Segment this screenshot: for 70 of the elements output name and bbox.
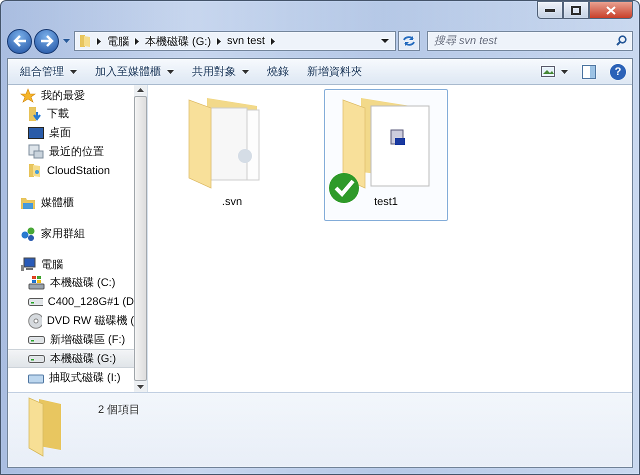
- caret-icon: [70, 70, 77, 74]
- chevron-icon[interactable]: [135, 38, 139, 44]
- toolbar-button[interactable]: 加入至媒體櫃: [87, 61, 182, 82]
- caret-icon: [561, 70, 568, 74]
- drive-icon: [28, 336, 45, 344]
- folder-icon: [79, 34, 91, 48]
- refresh-icon: [402, 35, 416, 47]
- navigation-item[interactable]: 本機磁碟 (G:): [8, 349, 134, 368]
- navigation-item[interactable]: 最近的位置: [8, 142, 134, 161]
- star-icon: [20, 88, 36, 104]
- homegroup-icon: [20, 226, 36, 242]
- recent-places-icon: [28, 144, 44, 159]
- chevron-icon[interactable]: [270, 38, 275, 44]
- refresh-button[interactable]: [398, 31, 420, 51]
- toolbar-button[interactable]: 共用對象: [184, 61, 257, 82]
- close-button[interactable]: [589, 1, 633, 19]
- navigation-item[interactable]: DVD RW 磁碟機 (: [8, 311, 134, 330]
- forward-arrow-icon: [40, 35, 54, 47]
- drive-icon: [28, 354, 45, 362]
- breadcrumb-item[interactable]: svn test: [227, 35, 265, 47]
- forward-button[interactable]: [34, 28, 59, 54]
- navigation-item[interactable]: 新增磁碟區 (F:): [8, 330, 134, 349]
- caret-icon: [242, 70, 249, 74]
- folder-icon: [28, 397, 62, 457]
- removable-drive-icon: [28, 372, 44, 384]
- item-count: 2 個項目: [98, 403, 140, 417]
- scroll-up-icon[interactable]: [137, 88, 144, 92]
- address-bar[interactable]: 電腦 本機磁碟 (G:) svn test: [74, 31, 396, 51]
- minimize-button[interactable]: [537, 1, 563, 19]
- library-icon: [20, 196, 36, 210]
- pane-icon: [582, 64, 596, 78]
- toolbar-button[interactable]: 燒錄: [259, 61, 297, 82]
- folder-item[interactable]: test1: [324, 89, 448, 221]
- navigation-item[interactable]: 抽取式磁碟 (I:): [8, 368, 134, 387]
- navigation-item[interactable]: CloudStation: [8, 161, 134, 180]
- search-icon[interactable]: [616, 35, 627, 46]
- checkmark-badge-icon: [328, 172, 360, 204]
- navigation-item[interactable]: 本機磁碟 (C:): [8, 273, 134, 292]
- navigation-group[interactable]: 家用群組: [8, 225, 134, 242]
- minimize-icon: [545, 8, 555, 12]
- folder-item[interactable]: .svn: [170, 89, 294, 221]
- help-button[interactable]: ?: [610, 64, 626, 80]
- download-folder-icon: [28, 106, 42, 122]
- breadcrumb-item[interactable]: 電腦: [107, 34, 129, 48]
- back-arrow-icon: [12, 35, 26, 47]
- toolbar-button[interactable]: 新增資料夾: [299, 61, 370, 82]
- chevron-icon[interactable]: [97, 38, 101, 44]
- navigation-item[interactable]: 下載: [8, 104, 134, 123]
- scroll-down-icon[interactable]: [137, 385, 144, 389]
- caret-icon: [167, 70, 174, 74]
- maximize-icon: [571, 6, 581, 14]
- navigation-item[interactable]: 桌面: [8, 123, 134, 142]
- breadcrumb-item[interactable]: 本機磁碟 (G:): [145, 34, 211, 48]
- navigation-group[interactable]: 電腦: [8, 256, 134, 273]
- caret-icon[interactable]: [381, 39, 389, 43]
- navigation-group[interactable]: 我的最愛: [8, 87, 134, 104]
- close-icon: [606, 6, 616, 14]
- chevron-icon[interactable]: [217, 38, 221, 44]
- navigation-group[interactable]: 媒體櫃: [8, 194, 134, 211]
- maximize-button[interactable]: [563, 1, 589, 19]
- system-drive-icon: [28, 275, 45, 290]
- folder-icon: [28, 163, 42, 178]
- drive-icon: [28, 298, 43, 306]
- desktop-icon: [28, 126, 44, 138]
- search-field[interactable]: 搜尋 svn test: [427, 31, 633, 51]
- computer-icon: [20, 257, 36, 272]
- navigation-item[interactable]: C400_128G#1 (D: [8, 292, 134, 311]
- toolbar-button[interactable]: 組合管理: [12, 61, 85, 82]
- picture-icon: [541, 66, 555, 77]
- back-button[interactable]: [7, 28, 32, 54]
